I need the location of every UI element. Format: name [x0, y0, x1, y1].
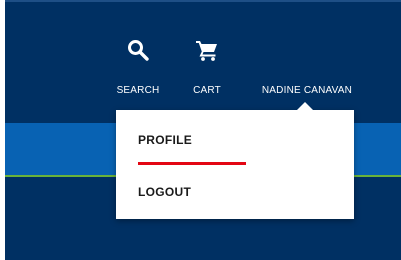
- cart-icon: [196, 41, 217, 61]
- profile-menu-item[interactable]: PROFILE: [138, 133, 192, 147]
- active-item-underline: [138, 162, 246, 165]
- cart-nav-label: CART: [193, 85, 221, 96]
- search-nav-label: SEARCH: [116, 85, 160, 96]
- search-icon: [128, 40, 149, 61]
- logout-menu-item[interactable]: LOGOUT: [138, 185, 191, 199]
- header-top-border: [5, 0, 401, 2]
- user-dropdown-menu: PROFILE LOGOUT: [116, 102, 354, 219]
- app-header: SEARCH CART NADINE CANAVAN PROFILE LOGOU…: [5, 0, 401, 260]
- cart-nav-button[interactable]: CART: [185, 39, 229, 96]
- user-name-label: NADINE CANAVAN: [261, 85, 353, 96]
- search-nav-button[interactable]: SEARCH: [110, 39, 166, 96]
- dropdown-pointer-arrow: [296, 102, 314, 111]
- user-account-button[interactable]: NADINE CANAVAN: [252, 85, 362, 96]
